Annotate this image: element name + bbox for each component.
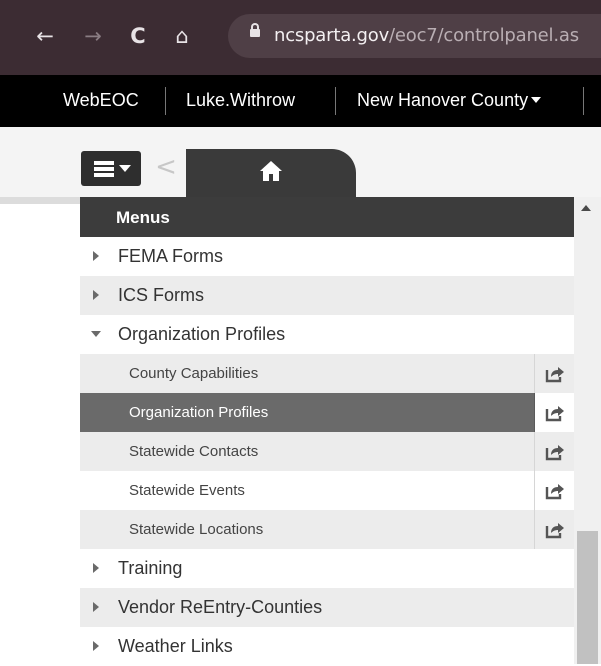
divider [583, 87, 584, 115]
divider [165, 87, 166, 115]
share-external-icon [545, 405, 564, 421]
open-in-new-window-button[interactable] [534, 393, 575, 432]
url-host: ncsparta.gov [274, 25, 390, 46]
submenu-item-statewide-events[interactable]: Statewide Events [80, 471, 574, 510]
menu-item-weather-links[interactable]: Weather Links [80, 627, 574, 666]
url-text: ncsparta.gov/eoc7/controlpanel.as [274, 25, 579, 46]
menus-panel: Menus FEMA Forms ICS Forms Organization … [80, 197, 575, 666]
menu-item-label: Training [118, 558, 183, 578]
scrollbar-thumb[interactable] [577, 531, 598, 664]
caret-right-icon [93, 290, 99, 300]
menu-item-label: Vendor ReEntry-Counties [118, 597, 323, 617]
open-in-new-window-button[interactable] [534, 471, 575, 510]
hamburger-icon [94, 161, 114, 165]
open-in-new-window-button[interactable] [534, 354, 575, 393]
share-external-icon [545, 483, 564, 499]
menu-item-vendor-reentry-counties[interactable]: Vendor ReEntry-Counties [80, 588, 574, 627]
scroll-up-arrow-icon[interactable] [581, 205, 591, 211]
lock-icon [250, 23, 260, 37]
position-dropdown[interactable]: New Hanover County [357, 90, 542, 111]
menu-item-label: ICS Forms [118, 285, 205, 305]
share-external-icon [545, 366, 564, 382]
hamburger-icon [94, 167, 114, 171]
caret-right-icon [93, 563, 99, 573]
menu-item-ics-forms[interactable]: ICS Forms [80, 276, 574, 315]
menu-item-label: Weather Links [118, 636, 233, 656]
chevron-left-icon[interactable]: < [153, 150, 179, 184]
menus-title: Menus [116, 208, 170, 227]
share-external-icon [545, 522, 564, 538]
open-in-new-window-button[interactable] [534, 510, 575, 549]
menu-item-label: FEMA Forms [118, 246, 224, 266]
home-tab[interactable] [186, 149, 356, 201]
position-label: New Hanover County [357, 90, 529, 110]
user-name[interactable]: Luke.Withrow [186, 90, 295, 111]
forward-arrow-icon[interactable]: → [76, 19, 110, 53]
menu-scrollbar[interactable] [574, 197, 601, 664]
submenu-item-label: Statewide Contacts [129, 443, 259, 460]
webeoc-header: WebEOC Luke.Withrow New Hanover County [0, 75, 601, 127]
divider [335, 87, 336, 115]
menu-item-fema-forms[interactable]: FEMA Forms [80, 237, 574, 276]
menus-button[interactable] [81, 151, 141, 186]
reload-icon[interactable]: C [121, 19, 155, 53]
caret-right-icon [93, 251, 99, 261]
app-name[interactable]: WebEOC [63, 90, 139, 111]
submenu-item-label: County Capabilities [129, 365, 259, 382]
submenu-item-label: Statewide Locations [129, 521, 264, 538]
caret-right-icon [93, 641, 99, 651]
caret-right-icon [93, 602, 99, 612]
back-arrow-icon[interactable]: ← [28, 19, 62, 53]
menu-item-training[interactable]: Training [80, 549, 574, 588]
submenu-item-statewide-locations[interactable]: Statewide Locations [80, 510, 574, 549]
home-icon[interactable]: ⌂ [165, 19, 199, 53]
submenu-item-label: Statewide Events [129, 482, 245, 499]
menu-item-organization-profiles[interactable]: Organization Profiles [80, 315, 574, 354]
menu-item-label: Organization Profiles [118, 324, 286, 344]
caret-down-icon [91, 331, 101, 337]
submenu-item-organization-profiles[interactable]: Organization Profiles [80, 393, 575, 432]
submenu-item-label: Organization Profiles [129, 404, 269, 421]
url-path: /eoc7/controlpanel.as [389, 25, 579, 46]
share-external-icon [545, 444, 564, 460]
address-bar[interactable]: ncsparta.gov/eoc7/controlpanel.as [228, 14, 601, 58]
chevron-down-icon [119, 165, 131, 172]
chevron-down-icon [531, 97, 542, 103]
submenu-item-county-capabilities[interactable]: County Capabilities [80, 354, 574, 393]
house-icon [260, 161, 282, 181]
hamburger-icon [94, 173, 114, 177]
page-background [0, 204, 80, 664]
menus-header: Menus [80, 197, 574, 237]
submenu-item-statewide-contacts[interactable]: Statewide Contacts [80, 432, 574, 471]
browser-toolbar: ← → C ⌂ ncsparta.gov/eoc7/controlpanel.a… [0, 0, 601, 75]
open-in-new-window-button[interactable] [534, 432, 575, 471]
